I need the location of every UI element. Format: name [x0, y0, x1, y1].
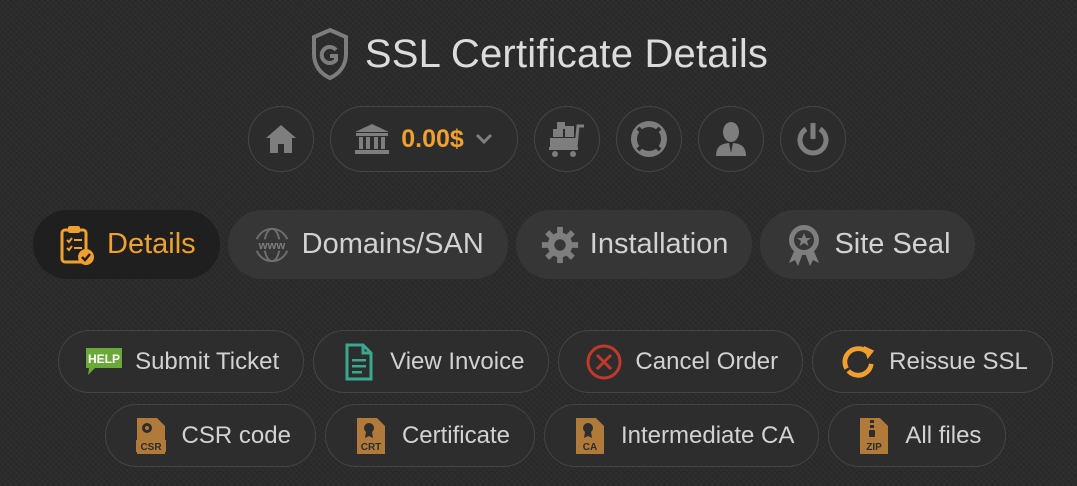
csr-file-icon: CSR [132, 416, 170, 456]
account-button[interactable] [697, 106, 764, 172]
tab-label: Installation [589, 228, 729, 260]
intermediate-ca-button[interactable]: CA Intermediate CA [543, 404, 820, 467]
gear-icon [540, 223, 580, 267]
shield-logo-icon [309, 26, 351, 82]
logout-button[interactable] [779, 106, 846, 172]
action-label: Cancel Order [635, 347, 779, 375]
ca-file-icon: CA [571, 416, 609, 456]
svg-text:www: www [257, 239, 285, 251]
view-invoice-button[interactable]: View Invoice [313, 330, 550, 393]
page-title: SSL Certificate Details [364, 31, 769, 76]
cart-button[interactable] [533, 106, 600, 172]
award-seal-icon [784, 223, 824, 267]
tab-details[interactable]: Details [33, 210, 220, 279]
csr-code-button[interactable]: CSR CSR code [104, 404, 316, 467]
zip-icon-text: ZIP [867, 442, 883, 453]
tab-domains-san[interactable]: www Domains/SAN [227, 210, 508, 279]
actions-row-2: CSR CSR code CRT Certificate CA Intermed… [0, 404, 1077, 467]
bank-icon [353, 122, 391, 156]
certificate-button[interactable]: CRT Certificate [324, 404, 535, 467]
action-label: All files [905, 421, 982, 449]
home-button[interactable] [247, 106, 314, 172]
all-files-button[interactable]: ZIP All files [828, 404, 1007, 467]
action-label: CSR code [181, 421, 291, 449]
action-label: Reissue SSL [889, 347, 1028, 375]
crt-file-icon: CRT [352, 416, 390, 456]
reissue-ssl-button[interactable]: Reissue SSL [812, 330, 1053, 393]
document-icon [340, 342, 378, 382]
tab-site-seal[interactable]: Site Seal [760, 210, 975, 279]
action-label: Intermediate CA [620, 421, 795, 449]
help-icon: HELP [85, 342, 123, 382]
action-label: Certificate [401, 421, 510, 449]
crt-icon-text: CRT [361, 442, 382, 453]
action-label: Submit Ticket [135, 347, 280, 375]
top-nav: 0.00$ [0, 106, 1077, 172]
home-icon [263, 122, 299, 156]
balance-amount: 0.00$ [401, 124, 464, 153]
csr-icon-text: CSR [140, 442, 162, 453]
balance-button[interactable]: 0.00$ [329, 106, 518, 172]
tab-label: Details [107, 228, 196, 260]
cart-icon [547, 120, 587, 158]
power-icon [795, 120, 831, 158]
actions-row-1: HELP Submit Ticket View Invoice Cancel O… [0, 330, 1077, 393]
help-icon-text: HELP [88, 352, 120, 366]
cancel-icon [585, 342, 623, 382]
lifebuoy-icon [630, 120, 668, 158]
action-label: View Invoice [390, 347, 525, 375]
reissue-icon [839, 342, 877, 382]
www-globe-icon: www [251, 223, 292, 267]
clipboard-check-icon [57, 223, 97, 267]
support-button[interactable] [615, 106, 682, 172]
tab-label: Site Seal [834, 228, 951, 260]
page-header: SSL Certificate Details [0, 26, 1077, 82]
user-icon [713, 120, 749, 158]
tab-bar: Details www Domains/SAN Installation Sit… [33, 210, 975, 279]
tab-label: Domains/SAN [301, 228, 484, 260]
cancel-order-button[interactable]: Cancel Order [558, 330, 804, 393]
chevron-down-icon [474, 132, 494, 146]
ca-icon-text: CA [583, 442, 597, 453]
tab-installation[interactable]: Installation [515, 210, 753, 279]
submit-ticket-button[interactable]: HELP Submit Ticket [58, 330, 305, 393]
zip-file-icon: ZIP [855, 416, 893, 456]
